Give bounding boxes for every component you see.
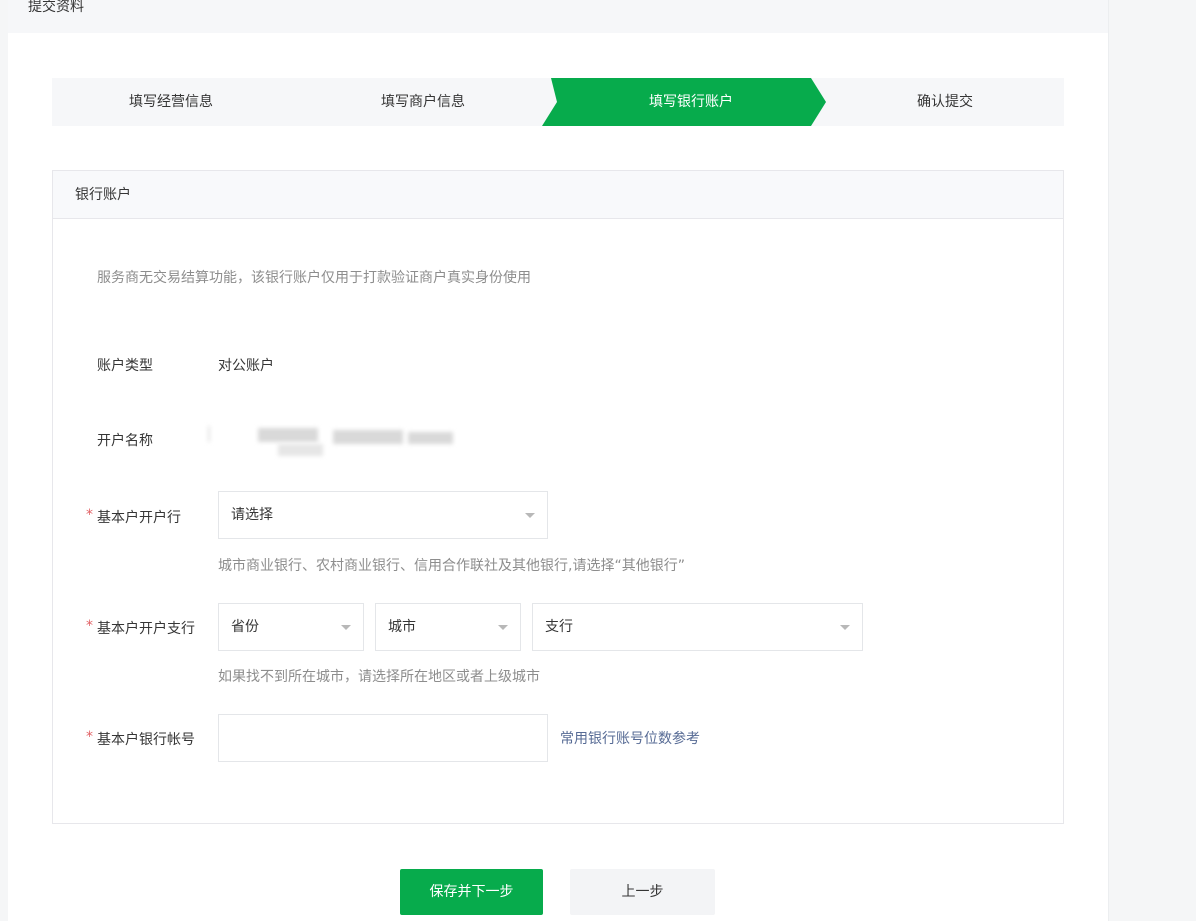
branch-select-value: 支行 — [545, 619, 573, 635]
chevron-down-icon — [840, 625, 850, 630]
step-4: 确认提交 — [917, 94, 973, 110]
account-number-input[interactable] — [218, 714, 548, 762]
panel-title: 银行账户 — [53, 171, 1063, 219]
bank-account-panel: 银行账户 服务商无交易结算功能，该银行账户仅用于打款验证商户真实身份使用 账户类… — [52, 170, 1064, 824]
bank-hint: 城市商业银行、农村商业银行、信用合作联社及其他银行,请选择“其他银行” — [218, 558, 685, 574]
account-number-reference-link[interactable]: 常用银行账号位数参考 — [560, 728, 700, 748]
bank-label: 基本户开户行 — [97, 510, 181, 526]
step-progress: 填写经营信息 填写商户信息 填写银行账户 确认提交 — [52, 78, 1064, 126]
page-title: 提交资料 — [28, 0, 84, 15]
province-select[interactable]: 省份 — [218, 603, 364, 651]
bank-required-mark: * — [86, 507, 93, 523]
chevron-down-icon — [341, 625, 351, 630]
branch-required-mark: * — [86, 618, 93, 634]
account-type-value: 对公账户 — [218, 358, 274, 374]
page-header: 提交资料 — [8, 0, 1108, 33]
chevron-down-icon — [498, 625, 508, 630]
left-strip — [0, 0, 8, 921]
city-select-value: 城市 — [388, 619, 416, 635]
step-2: 填写商户信息 — [381, 94, 465, 110]
account-number-required-mark: * — [86, 729, 93, 745]
chevron-down-icon — [525, 513, 535, 518]
save-next-button[interactable]: 保存并下一步 — [400, 869, 543, 915]
branch-select[interactable]: 支行 — [532, 603, 863, 651]
city-select[interactable]: 城市 — [375, 603, 521, 651]
branch-hint: 如果找不到所在城市，请选择所在地区或者上级城市 — [218, 669, 540, 685]
account-name-redacted — [208, 426, 453, 460]
main-content: 提交资料 填写经营信息 填写商户信息 填写银行账户 确认提交 银行账户 服务商无… — [8, 0, 1108, 921]
bank-select[interactable]: 请选择 — [218, 491, 548, 539]
right-empty-area — [1108, 0, 1196, 921]
prev-step-button[interactable]: 上一步 — [570, 869, 715, 915]
step-1: 填写经营信息 — [129, 94, 213, 110]
panel-notice: 服务商无交易结算功能，该银行账户仅用于打款验证商户真实身份使用 — [97, 270, 531, 286]
step-3-active: 填写银行账户 — [649, 94, 733, 110]
account-name-label: 开户名称 — [97, 433, 153, 449]
bank-select-value: 请选择 — [231, 507, 273, 523]
province-select-value: 省份 — [231, 619, 259, 635]
branch-label: 基本户开户支行 — [97, 621, 195, 637]
account-type-label: 账户类型 — [97, 358, 153, 374]
account-number-label: 基本户银行帐号 — [97, 732, 195, 748]
